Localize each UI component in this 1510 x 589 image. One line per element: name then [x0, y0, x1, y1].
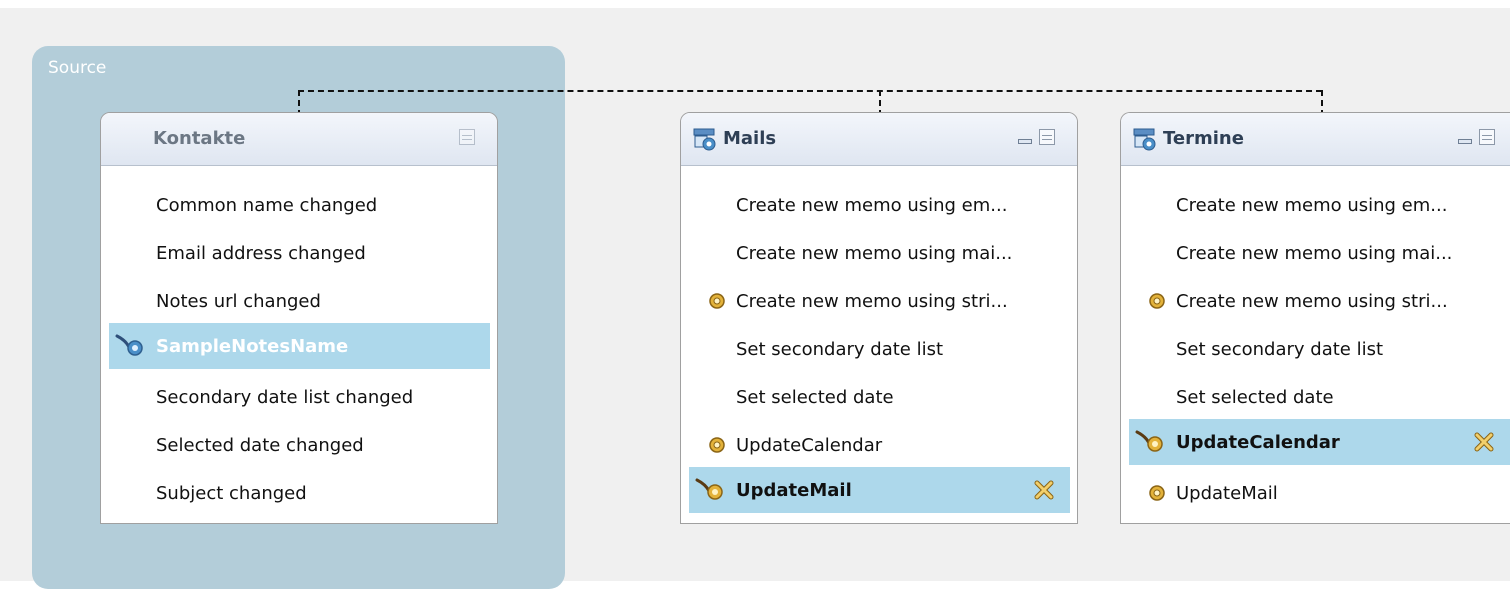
link-icon	[115, 334, 143, 356]
minimize-icon[interactable]	[1457, 129, 1473, 145]
collapse-list-icon[interactable]	[1479, 129, 1495, 145]
connector-line	[298, 90, 1322, 92]
link-icon	[695, 478, 723, 500]
collapse-list-icon[interactable]	[459, 129, 475, 145]
list-item[interactable]: Create new memo using mai...	[1129, 230, 1510, 276]
termine-title: Termine	[1163, 128, 1244, 149]
bullet-icon	[1149, 485, 1165, 501]
list-item[interactable]: Set secondary date list	[689, 326, 1070, 372]
list-item[interactable]: Set selected date	[689, 374, 1070, 420]
form-icon	[693, 128, 716, 151]
list-item[interactable]: UpdateCalendar	[689, 422, 1070, 468]
mails-panel-header[interactable]: Mails	[681, 113, 1077, 166]
bullet-icon	[709, 437, 725, 453]
termine-panel-header[interactable]: Termine	[1121, 113, 1510, 166]
list-item[interactable]: Secondary date list changed	[109, 374, 490, 420]
list-item[interactable]: Selected date changed	[109, 422, 490, 468]
minimize-icon[interactable]	[1017, 129, 1033, 145]
link-icon	[1135, 430, 1163, 452]
mails-title: Mails	[723, 128, 777, 149]
termine-panel[interactable]: Termine Create new memo using em... Crea…	[1120, 112, 1510, 524]
kontakte-panel-header[interactable]: Kontakte	[101, 113, 497, 166]
collapse-list-icon[interactable]	[1039, 129, 1055, 145]
list-item[interactable]: UpdateMail	[1129, 470, 1510, 516]
list-item[interactable]: Create new memo using em...	[689, 182, 1070, 228]
kontakte-panel[interactable]: Kontakte Common name changed Email addre…	[100, 112, 498, 524]
remove-icon[interactable]	[1473, 431, 1495, 453]
list-item[interactable]: Set secondary date list	[1129, 326, 1510, 372]
list-item[interactable]: Set selected date	[1129, 374, 1510, 420]
list-item[interactable]: Create new memo using stri...	[1129, 278, 1510, 324]
list-item[interactable]: Email address changed	[109, 230, 490, 276]
mails-panel[interactable]: Mails Create new memo using em... Create…	[680, 112, 1078, 524]
bullet-icon	[1149, 293, 1165, 309]
remove-icon[interactable]	[1033, 479, 1055, 501]
list-item-selected[interactable]: UpdateCalendar	[1129, 419, 1510, 465]
form-icon	[1133, 128, 1156, 151]
list-item[interactable]: Create new memo using mai...	[689, 230, 1070, 276]
list-item[interactable]: Subject changed	[109, 470, 490, 516]
list-item-selected[interactable]: SampleNotesName	[109, 323, 490, 369]
kontakte-title: Kontakte	[153, 128, 246, 149]
list-item[interactable]: Notes url changed	[109, 278, 490, 324]
wiring-canvas: Source Kontakte Common name changed Emai…	[0, 0, 1510, 589]
bullet-icon	[709, 293, 725, 309]
list-item[interactable]: Common name changed	[109, 182, 490, 228]
list-item[interactable]: Create new memo using stri...	[689, 278, 1070, 324]
list-item-selected[interactable]: UpdateMail	[689, 467, 1070, 513]
list-item[interactable]: Create new memo using em...	[1129, 182, 1510, 228]
source-group-label: Source	[48, 58, 107, 78]
